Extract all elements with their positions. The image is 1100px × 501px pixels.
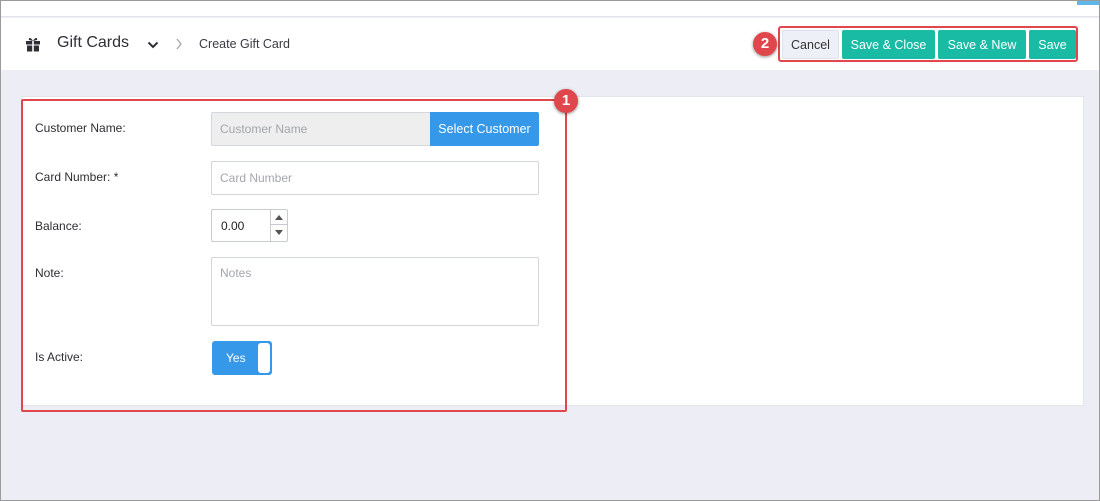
stepper-down-button[interactable]	[271, 225, 287, 240]
card-number-label: Card Number: *	[35, 170, 119, 184]
save-close-button[interactable]: Save & Close	[842, 30, 935, 59]
gift-icon	[26, 38, 40, 52]
customer-name-label: Customer Name:	[35, 121, 126, 135]
save-new-button[interactable]: Save & New	[938, 30, 1026, 59]
stepper-arrows	[270, 210, 287, 241]
customer-name-input	[211, 112, 431, 146]
is-active-label: Is Active:	[35, 350, 84, 364]
annotation-badge-1: 1	[554, 89, 578, 113]
toggle-state-text: Yes	[226, 351, 246, 365]
cancel-button[interactable]: Cancel	[782, 30, 839, 59]
notes-textarea[interactable]	[211, 257, 539, 326]
top-strip	[1, 1, 1099, 17]
select-customer-button[interactable]: Select Customer	[430, 112, 539, 146]
annotation-badge-2: 2	[753, 32, 777, 56]
balance-value[interactable]: 0.00	[221, 219, 244, 233]
balance-stepper[interactable]: 0.00	[211, 209, 288, 242]
note-label: Note:	[35, 266, 64, 280]
caret-down-icon	[275, 230, 283, 235]
balance-label: Balance:	[35, 219, 82, 233]
chevron-down-icon[interactable]	[147, 40, 159, 50]
breadcrumb: Create Gift Card	[199, 37, 291, 51]
card-number-input[interactable]	[211, 161, 539, 195]
toggle-knob[interactable]	[258, 343, 270, 373]
page-title[interactable]: Gift Cards	[57, 34, 129, 52]
is-active-toggle[interactable]: Yes	[212, 341, 272, 375]
stepper-up-button[interactable]	[271, 210, 287, 225]
chevron-right-icon	[176, 38, 182, 50]
app-frame: Gift Cards Create Gift Card Cancel Save …	[0, 0, 1100, 501]
save-button[interactable]: Save	[1029, 30, 1076, 59]
top-strip-accent	[1077, 1, 1099, 5]
caret-up-icon	[275, 214, 283, 220]
